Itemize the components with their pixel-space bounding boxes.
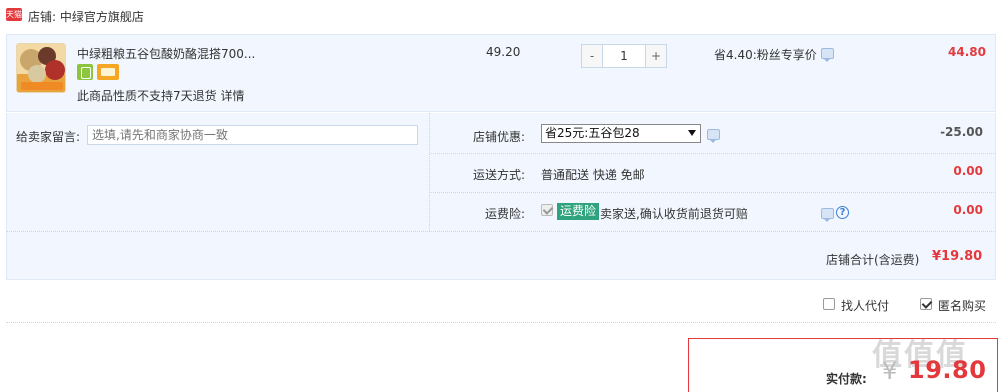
- phone-icon: [77, 64, 93, 80]
- proxy-pay-checkbox[interactable]: [823, 298, 835, 310]
- shipping-method: 普通配送 快递 免邮: [541, 168, 645, 182]
- coupon-select[interactable]: 省25元:五谷包28: [541, 124, 701, 143]
- anonymous-checkbox[interactable]: [920, 298, 932, 310]
- seller-message-label: 给卖家留言:: [16, 130, 81, 144]
- card-icon: [97, 64, 119, 80]
- unit-price: 49.20: [486, 45, 521, 59]
- chat-bubble-icon[interactable]: [707, 129, 720, 143]
- shop-name-link[interactable]: 店铺: 中绿官方旗舰店: [28, 8, 144, 25]
- quantity-stepper: - +: [581, 44, 667, 68]
- pay-label: 实付款:: [826, 372, 867, 386]
- currency-symbol: ¥: [882, 357, 898, 385]
- insurance-checkbox[interactable]: [541, 204, 553, 216]
- item-total: 44.80: [948, 45, 986, 59]
- anonymous-label[interactable]: 匿名购买: [938, 297, 986, 314]
- shipping-label: 运送方式:: [472, 168, 525, 182]
- chevron-down-icon: [688, 130, 696, 136]
- proxy-pay-label[interactable]: 找人代付: [841, 297, 889, 314]
- divider: [431, 192, 996, 193]
- shipping-amount: 0.00: [953, 164, 983, 178]
- pay-amount: 19.80: [908, 356, 987, 384]
- help-icon[interactable]: ?: [836, 206, 849, 219]
- coupon-amount: -25.00: [940, 125, 983, 139]
- divider: [6, 322, 996, 323]
- return-policy-note[interactable]: 此商品性质不支持7天退货 详情: [77, 87, 244, 104]
- divider: [431, 153, 996, 154]
- chat-bubble-icon[interactable]: [821, 208, 834, 222]
- shop-header: [0, 0, 1006, 34]
- insurance-text: 卖家送,确认收货前退货可赔: [600, 207, 748, 221]
- subtotal-value: ¥19.80: [932, 249, 983, 264]
- divider: [6, 231, 996, 232]
- seller-message-input[interactable]: [87, 125, 418, 145]
- quantity-decrease-button[interactable]: -: [582, 45, 603, 67]
- promo-text: 省4.40:粉丝专享价: [714, 48, 817, 62]
- quantity-input[interactable]: [603, 45, 645, 67]
- coupon-selected-value: 省25元:五谷包28: [545, 126, 640, 140]
- product-title-link[interactable]: 中绿粗粮五谷包酸奶酪混搭700...: [77, 45, 255, 62]
- subtotal-label: 店铺合计(含运费): [826, 253, 920, 267]
- insurance-label: 运费险:: [484, 207, 525, 221]
- coupon-label: 店铺优惠:: [472, 130, 525, 144]
- quantity-increase-button[interactable]: +: [645, 45, 666, 67]
- chat-bubble-icon[interactable]: [821, 48, 834, 62]
- product-thumbnail[interactable]: [16, 43, 66, 93]
- insurance-badge: 运费险: [557, 203, 600, 220]
- insurance-amount: 0.00: [953, 203, 983, 217]
- tmall-badge-icon: 天猫: [6, 8, 22, 21]
